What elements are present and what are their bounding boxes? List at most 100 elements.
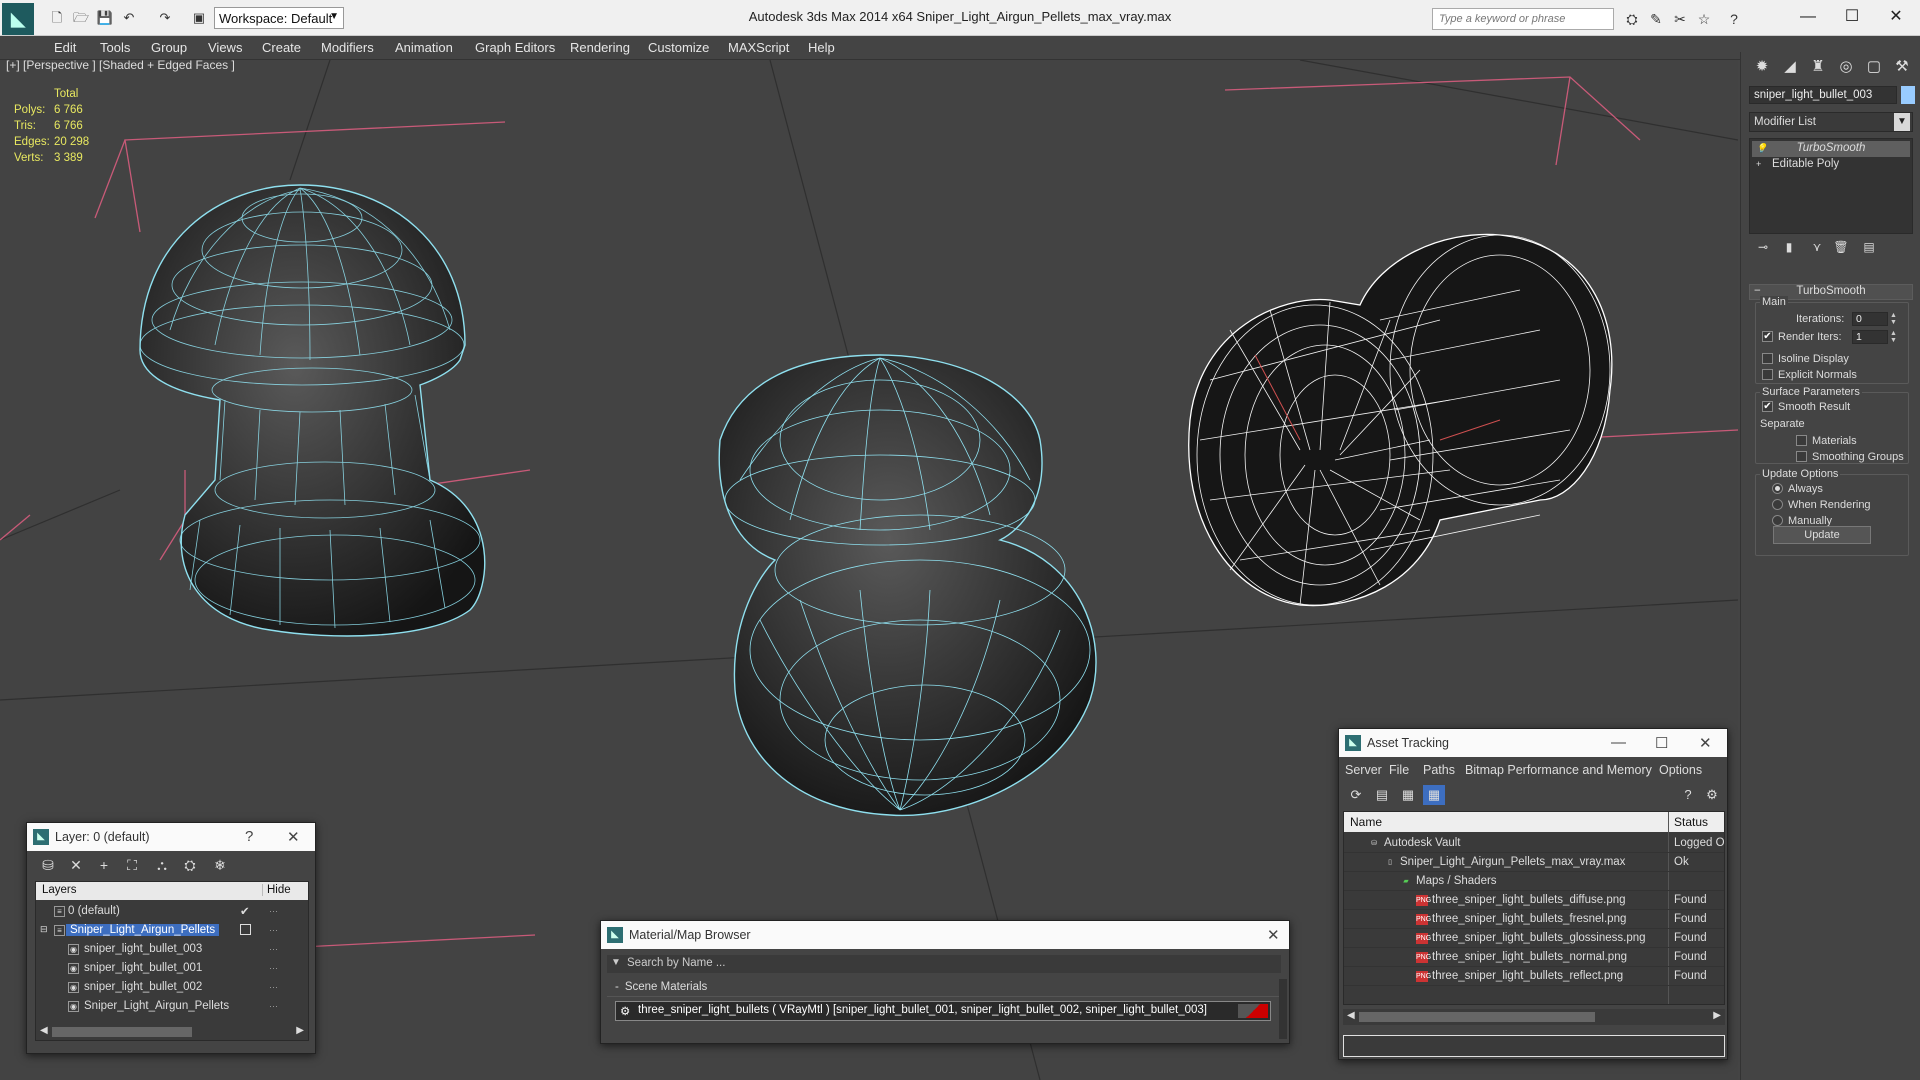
smooth-result-checkbox[interactable]: ✔ bbox=[1762, 401, 1773, 412]
object-row[interactable]: ◉ Sniper_Light_Airgun_Pellets ⋯ bbox=[36, 997, 308, 1016]
motion-tab-icon[interactable]: ◎ bbox=[1833, 54, 1859, 80]
object-name-field[interactable]: sniper_light_bullet_003 bbox=[1749, 86, 1897, 104]
project-folder-icon[interactable]: ▣ bbox=[190, 9, 208, 27]
binoculars-icon[interactable]: ⛭ bbox=[1622, 9, 1642, 29]
save-file-icon[interactable]: 💾 bbox=[96, 9, 114, 27]
scroll-right-icon[interactable]: ▶ bbox=[1713, 1010, 1721, 1021]
make-unique-icon[interactable]: ⋎ bbox=[1805, 240, 1829, 258]
asset-tracking-titlebar[interactable]: ◣ Asset Tracking — ☐ ✕ bbox=[1339, 729, 1727, 757]
scrollbar-thumb[interactable] bbox=[52, 1027, 192, 1037]
material-search-input[interactable]: ▼ Search by Name ... bbox=[607, 955, 1281, 973]
scroll-left-icon[interactable]: ◀ bbox=[40, 1025, 48, 1036]
hide-all-icon[interactable]: ⛭ bbox=[179, 857, 201, 877]
table-row[interactable]: ▯ Sniper_Light_Airgun_Pellets_max_vray.m… bbox=[1344, 853, 1724, 872]
utilities-tab-icon[interactable]: ⚒ bbox=[1889, 54, 1915, 80]
object-row[interactable]: ◉ sniper_light_bullet_003 ⋯ bbox=[36, 940, 308, 959]
material-browser-titlebar[interactable]: ◣ Material/Map Browser ✕ bbox=[601, 921, 1289, 949]
expand-plus-icon[interactable]: + bbox=[1756, 160, 1765, 169]
current-layer-check-icon[interactable]: ✔ bbox=[240, 904, 250, 918]
asset-path-field[interactable] bbox=[1343, 1035, 1725, 1057]
minimize-icon[interactable]: — bbox=[1611, 734, 1626, 751]
favorites-star-icon[interactable]: ☆ bbox=[1694, 9, 1714, 29]
workspace-select[interactable]: Workspace: Default ▼ bbox=[214, 7, 344, 29]
minimize-button[interactable]: — bbox=[1786, 4, 1830, 30]
scrollbar-thumb[interactable] bbox=[1359, 1012, 1595, 1022]
spinner-arrows-icon[interactable]: ▲ ▼ bbox=[1890, 312, 1898, 326]
app-logo-icon[interactable]: ◣ bbox=[2, 3, 34, 35]
materials-checkbox[interactable] bbox=[1796, 435, 1807, 446]
render-iters-checkbox[interactable]: ✔ bbox=[1762, 331, 1773, 342]
menu-paths[interactable]: Paths bbox=[1423, 763, 1455, 777]
table-view-icon[interactable]: ▦ bbox=[1423, 785, 1445, 805]
communication-icon[interactable]: ✂ bbox=[1670, 9, 1690, 29]
menu-customize[interactable]: Customize bbox=[648, 40, 709, 55]
filter-icon[interactable]: ▼ bbox=[611, 957, 621, 968]
hide-toggle-icon[interactable]: ⋯ bbox=[269, 982, 281, 993]
column-hide[interactable]: Hide bbox=[262, 884, 291, 896]
table-row[interactable]: PNG three_sniper_light_bullets_normal.pn… bbox=[1344, 948, 1724, 967]
menu-group[interactable]: Group bbox=[151, 40, 187, 55]
vertical-scrollbar[interactable] bbox=[1279, 979, 1287, 1039]
table-row[interactable]: PNG three_sniper_light_bullets_diffuse.p… bbox=[1344, 891, 1724, 910]
list-view-icon[interactable]: ▤ bbox=[1371, 785, 1393, 805]
menu-animation[interactable]: Animation bbox=[395, 40, 453, 55]
menu-edit[interactable]: Edit bbox=[54, 40, 76, 55]
collapse-icon[interactable]: ⊟ bbox=[40, 924, 48, 935]
menu-file[interactable]: File bbox=[1389, 763, 1409, 777]
layer-window-titlebar[interactable]: ◣ Layer: 0 (default) ? ✕ bbox=[27, 823, 315, 851]
close-icon[interactable]: ✕ bbox=[287, 828, 300, 846]
help-icon[interactable]: ? bbox=[1677, 785, 1699, 805]
stack-item-editable-poly[interactable]: + Editable Poly bbox=[1752, 157, 1910, 173]
always-radio[interactable] bbox=[1772, 483, 1783, 494]
hide-toggle-icon[interactable]: ⋯ bbox=[269, 906, 281, 917]
when-rendering-radio[interactable] bbox=[1772, 499, 1783, 510]
menu-modifiers[interactable]: Modifiers bbox=[321, 40, 374, 55]
freeze-all-icon[interactable]: ❄ bbox=[209, 857, 231, 877]
add-to-layer-icon[interactable]: + bbox=[93, 857, 115, 877]
modifier-list-select[interactable]: Modifier List ▼ bbox=[1749, 112, 1913, 132]
layer-row[interactable]: ≡ 0 (default) ✔ ⋯ bbox=[36, 902, 308, 921]
help-icon[interactable]: ? bbox=[1724, 9, 1744, 29]
horizontal-scrollbar[interactable]: ◀ ▶ bbox=[36, 1024, 308, 1040]
close-icon[interactable]: ✕ bbox=[1699, 734, 1712, 752]
object-color-swatch[interactable] bbox=[1901, 86, 1915, 104]
display-tab-icon[interactable]: ▢ bbox=[1861, 54, 1887, 80]
table-row[interactable]: PNG three_sniper_light_bullets_glossines… bbox=[1344, 929, 1724, 948]
menu-options[interactable]: Options bbox=[1659, 763, 1702, 777]
thumbnail-view-icon[interactable]: ▦ bbox=[1397, 785, 1419, 805]
column-layers[interactable]: Layers bbox=[42, 884, 77, 896]
smoothing-groups-checkbox[interactable] bbox=[1796, 451, 1807, 462]
stack-item-turbosmooth[interactable]: 💡 TurboSmooth bbox=[1752, 141, 1910, 157]
open-file-icon[interactable]: 🗁 bbox=[72, 9, 90, 27]
create-layer-icon[interactable]: ⛁ bbox=[37, 857, 59, 877]
horizontal-scrollbar[interactable]: ◀ ▶ bbox=[1343, 1009, 1725, 1025]
pin-stack-icon[interactable]: ⊸ bbox=[1751, 240, 1775, 258]
column-name[interactable]: Name bbox=[1350, 815, 1382, 829]
lightbulb-icon[interactable]: 💡 bbox=[1756, 144, 1767, 153]
menu-views[interactable]: Views bbox=[208, 40, 242, 55]
redo-icon[interactable]: ↷ bbox=[156, 9, 174, 27]
subscription-icon[interactable]: ✎ bbox=[1646, 9, 1666, 29]
help-icon[interactable]: ? bbox=[245, 828, 253, 845]
close-icon[interactable]: ✕ bbox=[1267, 926, 1280, 944]
menu-rendering[interactable]: Rendering bbox=[570, 40, 630, 55]
delete-layer-icon[interactable]: ✕ bbox=[65, 857, 87, 877]
scroll-left-icon[interactable]: ◀ bbox=[1347, 1010, 1355, 1021]
hide-toggle-icon[interactable]: ⋯ bbox=[269, 963, 281, 974]
column-status[interactable]: Status bbox=[1674, 815, 1708, 829]
table-row[interactable]: PNG three_sniper_light_bullets_reflect.p… bbox=[1344, 967, 1724, 986]
table-row[interactable]: ⛁ Autodesk Vault Logged Out bbox=[1344, 834, 1724, 853]
close-button[interactable]: ✕ bbox=[1874, 4, 1918, 30]
viewport-label[interactable]: [+] [Perspective ] [Shaded + Edged Faces… bbox=[6, 58, 235, 72]
object-row[interactable]: ◉ sniper_light_bullet_001 ⋯ bbox=[36, 959, 308, 978]
maximize-icon[interactable]: ☐ bbox=[1655, 734, 1668, 752]
iterations-spinner[interactable]: 0 bbox=[1852, 312, 1888, 326]
hide-toggle-icon[interactable]: ⋯ bbox=[269, 944, 281, 955]
menu-tools[interactable]: Tools bbox=[100, 40, 130, 55]
select-objects-icon[interactable]: ⛶ bbox=[121, 857, 143, 877]
settings-icon[interactable]: ⚙ bbox=[1701, 785, 1723, 805]
isoline-display-checkbox[interactable] bbox=[1762, 353, 1773, 364]
explicit-normals-checkbox[interactable] bbox=[1762, 369, 1773, 380]
menu-create[interactable]: Create bbox=[262, 40, 301, 55]
menu-bitmap-performance[interactable]: Bitmap Performance and Memory bbox=[1465, 763, 1652, 777]
